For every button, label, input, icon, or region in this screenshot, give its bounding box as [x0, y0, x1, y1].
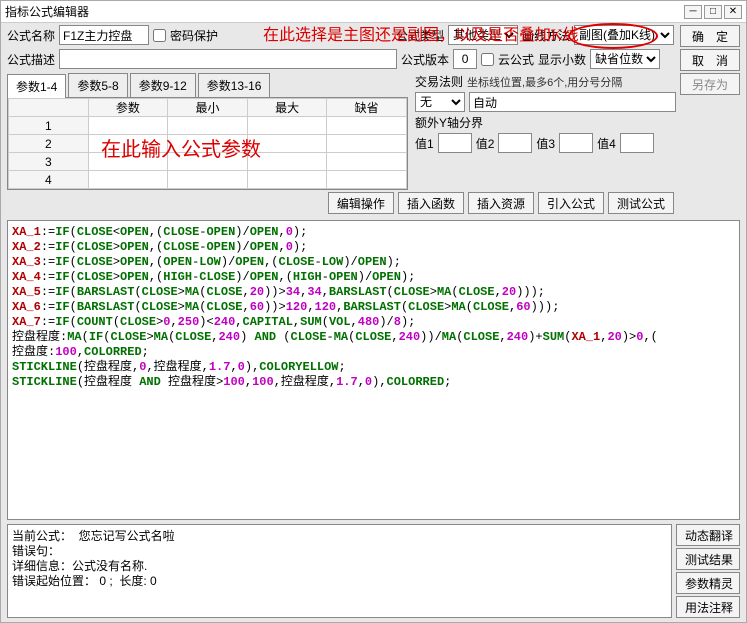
v1-label: 值1 — [415, 135, 434, 152]
v2-label: 值2 — [476, 135, 495, 152]
row-name: 公式名称 密码保护 在此选择是主图还是副图，以及是否叠加K线 公式类型 其他类型… — [1, 23, 680, 47]
v3-label: 值3 — [536, 135, 555, 152]
v1-input[interactable] — [438, 133, 472, 153]
desc-input[interactable] — [59, 49, 397, 69]
v4-label: 值4 — [597, 135, 616, 152]
type-select[interactable]: 其他类型 — [448, 25, 518, 45]
insert-func-button[interactable]: 插入函数 — [398, 192, 464, 214]
password-label: 密码保护 — [170, 27, 218, 44]
param-header-name: 参数 — [88, 99, 168, 117]
chart-pos-select[interactable]: 无 — [415, 92, 465, 112]
p4-name[interactable] — [89, 172, 168, 188]
p4-def[interactable] — [327, 172, 406, 188]
param-row-1: 1 — [9, 117, 89, 135]
param-row-4: 4 — [9, 171, 89, 189]
param-header-max: 最大 — [247, 99, 327, 117]
coord-input[interactable] — [469, 92, 676, 112]
name-input[interactable] — [59, 25, 149, 45]
saveas-button[interactable]: 另存为 — [680, 73, 740, 95]
rule-label: 交易法则 — [415, 73, 463, 90]
test-result-button[interactable]: 测试结果 — [676, 548, 740, 570]
v4-input[interactable] — [620, 133, 654, 153]
p4-min[interactable] — [168, 172, 247, 188]
dynamic-translate-button[interactable]: 动态翻译 — [676, 524, 740, 546]
draw-select[interactable]: 副图(叠加K线) — [574, 25, 674, 45]
p2-name[interactable] — [89, 136, 168, 152]
password-checkbox[interactable] — [153, 29, 166, 42]
p1-min[interactable] — [168, 118, 247, 134]
toolbar: 编辑操作 插入函数 插入资源 引入公式 测试公式 — [1, 190, 680, 216]
param-grid: 参数 最小 最大 缺省 1 2 3 4 — [7, 97, 408, 190]
usage-notes-button[interactable]: 用法注释 — [676, 596, 740, 618]
decimal-select[interactable]: 缺省位数 — [590, 49, 660, 69]
test-formula-button[interactable]: 测试公式 — [608, 192, 674, 214]
minimize-icon[interactable]: ─ — [684, 5, 702, 19]
titlebar: 指标公式编辑器 ─ □ ✕ — [1, 1, 746, 23]
param-header-blank — [9, 99, 89, 117]
ok-button[interactable]: 确 定 — [680, 25, 740, 47]
code-editor[interactable]: XA_1:=IF(CLOSE<OPEN,(CLOSE-OPEN)/OPEN,0)… — [7, 220, 740, 520]
param-wizard-button[interactable]: 参数精灵 — [676, 572, 740, 594]
param-header-default: 缺省 — [327, 99, 407, 117]
p4-max[interactable] — [248, 172, 327, 188]
edit-ops-button[interactable]: 编辑操作 — [328, 192, 394, 214]
tab-params-9-12[interactable]: 参数9-12 — [130, 73, 196, 97]
decimal-label: 显示小数 — [538, 51, 586, 68]
ok-column: 确 定 取 消 另存为 — [680, 23, 746, 216]
p2-min[interactable] — [168, 136, 247, 152]
maximize-icon[interactable]: □ — [704, 5, 722, 19]
import-formula-button[interactable]: 引入公式 — [538, 192, 604, 214]
p3-name[interactable] — [89, 154, 168, 170]
rule-hint: 坐标线位置,最多6个,用分号分隔 — [467, 74, 622, 90]
p2-max[interactable] — [248, 136, 327, 152]
type-label: 公式类型 — [396, 27, 444, 44]
param-header-min: 最小 — [168, 99, 248, 117]
message-panel: 当前公式： 您忘记写公式名啦 错误句： 详细信息：公式没有名称. 错误起始位置：… — [7, 524, 672, 618]
bottom-area: 当前公式： 您忘记写公式名啦 错误句： 详细信息：公式没有名称. 错误起始位置：… — [7, 524, 740, 618]
param-tabs: 参数1-4 参数5-8 参数9-12 参数13-16 — [1, 71, 411, 97]
v2-input[interactable] — [498, 133, 532, 153]
cancel-button[interactable]: 取 消 — [680, 49, 740, 71]
param-row-2: 2 — [9, 135, 89, 153]
version-input[interactable] — [453, 49, 477, 69]
right-buttons: 动态翻译 测试结果 参数精灵 用法注释 — [676, 524, 740, 618]
version-label: 公式版本 — [401, 51, 449, 68]
p1-max[interactable] — [248, 118, 327, 134]
insert-res-button[interactable]: 插入资源 — [468, 192, 534, 214]
right-options: 交易法则 坐标线位置,最多6个,用分号分隔 无 额外Y轴分界 值1 值2 值3 … — [411, 71, 680, 190]
p3-min[interactable] — [168, 154, 247, 170]
v3-input[interactable] — [559, 133, 593, 153]
cloud-label: 云公式 — [498, 51, 534, 68]
param-section: 参数1-4 参数5-8 参数9-12 参数13-16 参数 最小 最大 — [1, 71, 411, 190]
p3-max[interactable] — [248, 154, 327, 170]
draw-label: 画线方法 — [522, 27, 570, 44]
top-forms: 公式名称 密码保护 在此选择是主图还是副图，以及是否叠加K线 公式类型 其他类型… — [1, 23, 680, 216]
top-area: 公式名称 密码保护 在此选择是主图还是副图，以及是否叠加K线 公式类型 其他类型… — [1, 23, 746, 216]
formula-editor-window: 指标公式编辑器 ─ □ ✕ 公式名称 密码保护 在此选择是主图还是副图，以及是否… — [0, 0, 747, 623]
window-title: 指标公式编辑器 — [5, 3, 682, 20]
p1-def[interactable] — [327, 118, 406, 134]
param-row-3: 3 — [9, 153, 89, 171]
tab-params-1-4[interactable]: 参数1-4 — [7, 74, 66, 98]
row-desc: 公式描述 公式版本 云公式 显示小数 缺省位数 — [1, 47, 680, 71]
extra-y-label: 额外Y轴分界 — [415, 114, 483, 131]
p1-name[interactable] — [89, 118, 168, 134]
upper-area: 参数1-4 参数5-8 参数9-12 参数13-16 参数 最小 最大 — [1, 71, 680, 190]
cloud-checkbox[interactable] — [481, 53, 494, 66]
tab-params-13-16[interactable]: 参数13-16 — [198, 73, 271, 97]
name-label: 公式名称 — [7, 27, 55, 44]
p2-def[interactable] — [327, 136, 406, 152]
desc-label: 公式描述 — [7, 51, 55, 68]
tab-params-5-8[interactable]: 参数5-8 — [68, 73, 127, 97]
close-icon[interactable]: ✕ — [724, 5, 742, 19]
p3-def[interactable] — [327, 154, 406, 170]
